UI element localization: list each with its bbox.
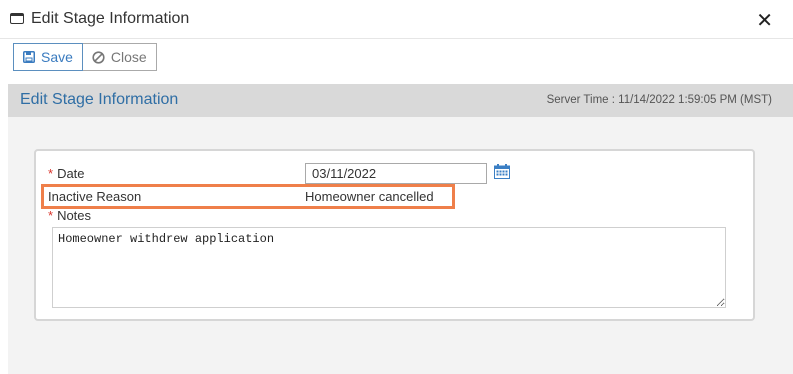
cancel-icon	[92, 50, 105, 64]
dialog-titlebar: Edit Stage Information ✕	[0, 0, 793, 39]
notes-label-text: Notes	[57, 208, 92, 223]
save-icon	[23, 51, 35, 63]
form-card: *Date Inactive Reason Homeowner cancelle…	[34, 149, 755, 321]
notes-label: * Notes	[48, 208, 91, 223]
required-marker: *	[48, 166, 54, 181]
section-header: Edit Stage Information Server Time : 11/…	[8, 84, 793, 117]
close-button-label: Close	[110, 49, 147, 65]
date-field[interactable]	[305, 163, 487, 184]
close-button[interactable]: Close	[82, 43, 157, 71]
close-icon[interactable]: ✕	[756, 8, 773, 33]
toolbar-button-group: Save Close	[13, 43, 157, 71]
toolbar: Save Close	[0, 39, 793, 83]
window-icon	[10, 13, 24, 24]
save-button-label: Save	[41, 49, 73, 65]
content-area: Edit Stage Information Server Time : 11/…	[8, 84, 793, 374]
date-label: * Date	[48, 166, 85, 181]
calendar-icon[interactable]	[494, 164, 510, 179]
inactive-reason-value: Homeowner cancelled	[305, 189, 434, 204]
inactive-reason-label: Inactive Reason	[48, 189, 142, 204]
required-marker: *	[48, 208, 54, 223]
notes-textarea[interactable]: Homeowner withdrew application	[52, 227, 726, 308]
section-title: Edit Stage Information	[20, 91, 179, 108]
save-button[interactable]: Save	[13, 43, 83, 71]
date-label-text: Date	[57, 166, 85, 181]
server-time: Server Time : 11/14/2022 1:59:05 PM (MST…	[546, 94, 772, 106]
dialog-title: Edit Stage Information	[31, 10, 190, 27]
